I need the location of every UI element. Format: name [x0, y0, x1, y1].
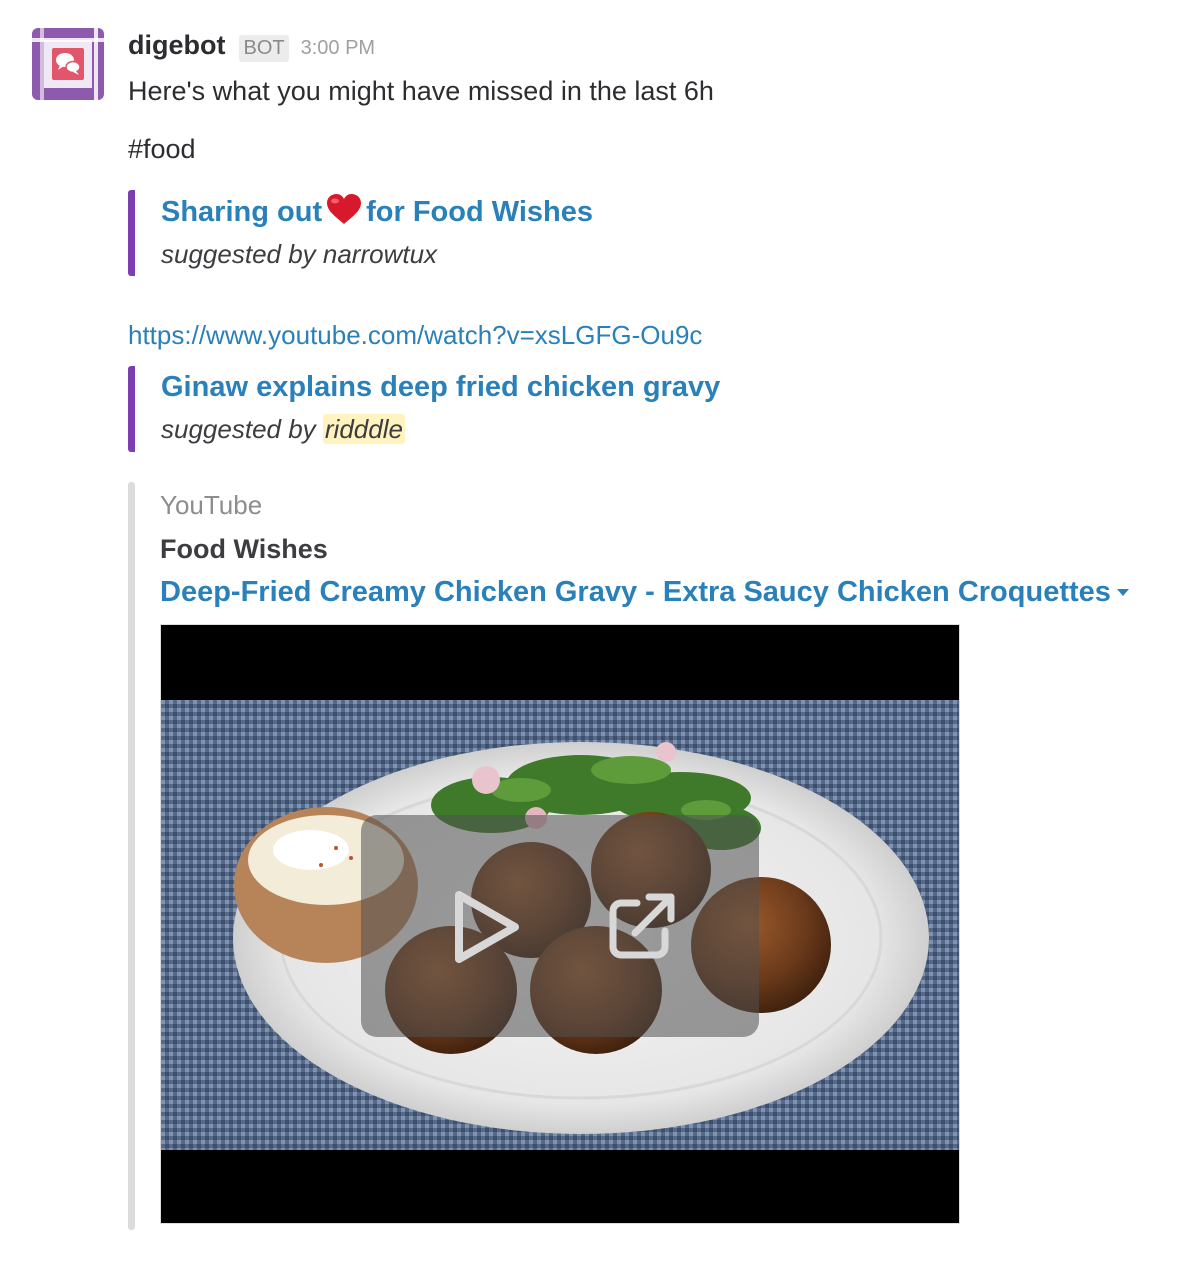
bot-badge: BOT	[239, 35, 289, 62]
external-link-icon[interactable]	[605, 889, 679, 963]
youtube-attachment: YouTube Food Wishes Deep-Fried Creamy Ch…	[128, 482, 1168, 1230]
play-icon[interactable]	[449, 887, 525, 967]
attachment-author[interactable]: Food Wishes	[160, 534, 328, 565]
suggested-by-prefix: suggested by	[161, 414, 323, 444]
suggested-user-mention[interactable]: ridddle	[322, 414, 405, 444]
video-controls-overlay	[361, 815, 759, 1037]
attachment-bar	[128, 482, 135, 1230]
suggestion-title-link[interactable]: Sharing out for Food Wishes	[161, 193, 593, 230]
suggestion-item: Sharing out for Food Wishes suggested by …	[128, 190, 593, 276]
bot-name[interactable]: digebot	[128, 30, 225, 61]
suggested-by-prefix: suggested by	[161, 239, 323, 269]
suggested-by: suggested by narrowtux	[161, 238, 593, 270]
avatar-decoration	[32, 38, 104, 42]
suggestion-item: Ginaw explains deep fried chicken gravy …	[128, 366, 720, 452]
chat-bubble-icon	[52, 48, 84, 80]
suggested-user[interactable]: narrowtux	[323, 239, 437, 269]
heart-emoji-icon	[326, 193, 362, 225]
channel-name: #food	[128, 134, 196, 164]
bot-avatar[interactable]	[32, 28, 104, 100]
attachment-service: YouTube	[160, 490, 263, 520]
message-timestamp[interactable]: 3:00 PM	[301, 37, 375, 60]
message-header: digebot BOT 3:00 PM	[128, 30, 375, 62]
suggestion-title-text: Sharing out	[161, 196, 323, 228]
caret-down-icon[interactable]	[1116, 589, 1129, 596]
message-intro: Here's what you might have missed in the…	[128, 76, 714, 106]
suggestion-title-link[interactable]: Ginaw explains deep fried chicken gravy	[161, 369, 720, 405]
video-thumbnail[interactable]	[160, 624, 960, 1224]
attachment-video-title[interactable]: Deep-Fried Creamy Chicken Gravy - Extra …	[160, 576, 1129, 609]
video-title-text: Deep-Fried Creamy Chicken Gravy - Extra …	[160, 576, 1111, 608]
youtube-url-link[interactable]: https://www.youtube.com/watch?v=xsLGFG-O…	[128, 320, 702, 351]
suggestion-title-text: for Food Wishes	[366, 196, 594, 228]
suggested-by: suggested by ridddle	[161, 413, 720, 445]
